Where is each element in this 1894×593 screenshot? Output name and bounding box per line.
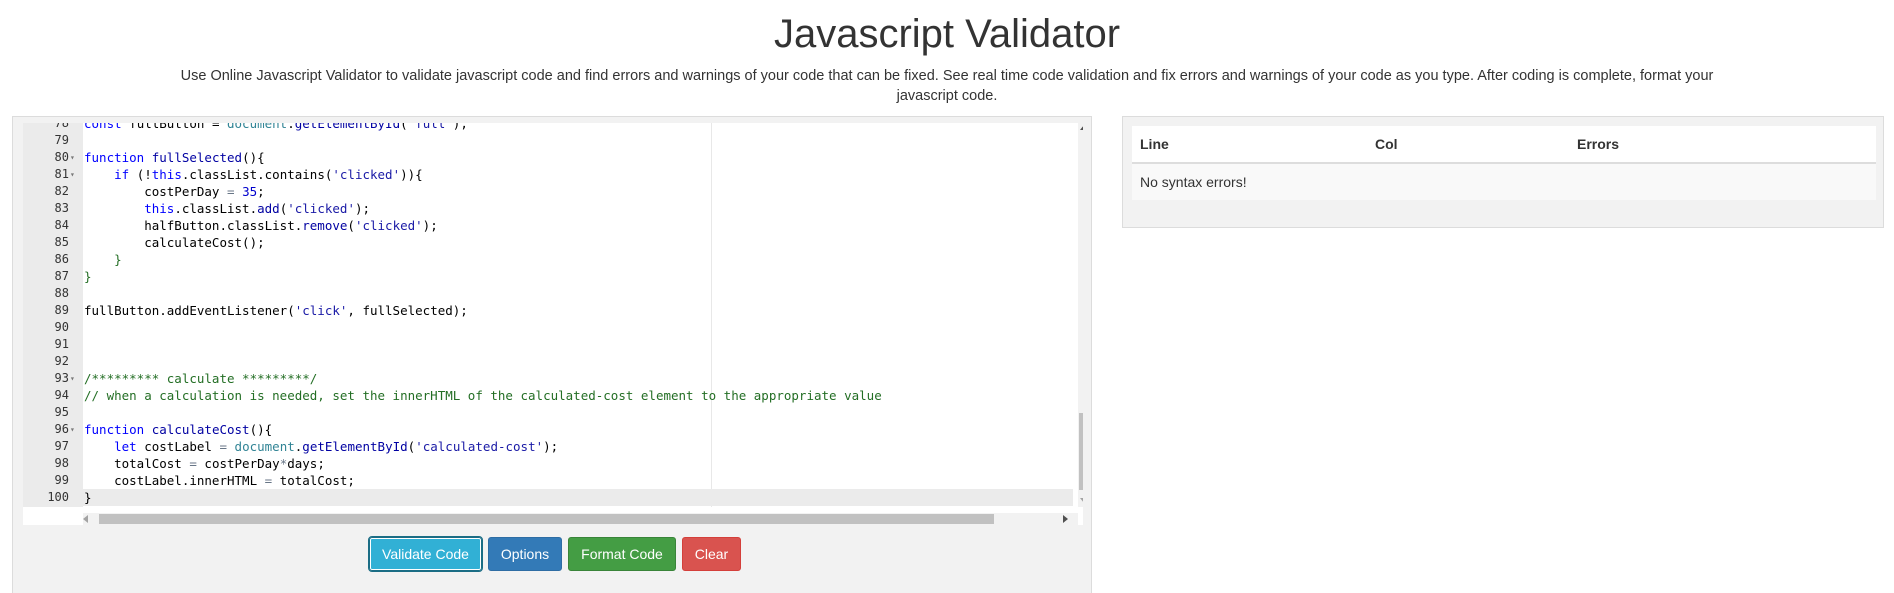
code-text: } — [84, 490, 92, 505]
line-number: 100 — [47, 490, 69, 504]
code-line[interactable]: 81 ▾ if (!this.classList.contains('clicke… — [23, 166, 1073, 183]
line-number: 87 — [54, 269, 69, 283]
line-number: 84 — [54, 218, 69, 232]
line-number: 85 — [54, 235, 69, 249]
column-header-errors: Errors — [1569, 126, 1876, 164]
code-text: let costLabel = document.getElementById(… — [114, 439, 559, 454]
results-panel: Line Col Errors No syntax errors! — [1122, 116, 1884, 228]
vertical-scroll-thumb[interactable] — [1079, 413, 1083, 490]
page-title: Javascript Validator — [773, 12, 1121, 56]
line-number: 83 — [54, 201, 69, 215]
line-number: 98 — [54, 456, 69, 470]
code-text: // when a calculation is needed, set the… — [84, 388, 882, 403]
scroll-left-icon[interactable] — [83, 515, 88, 523]
fold-arrow-icon[interactable]: ▾ — [70, 370, 80, 387]
code-text: costLabel.innerHTML = totalCost; — [84, 473, 355, 488]
fold-arrow-icon[interactable]: ▾ — [70, 149, 80, 166]
column-header-col: Col — [1367, 126, 1569, 164]
code-line[interactable]: 94 // when a calculation is needed, set t… — [23, 387, 1073, 404]
code-text: /********* calculate *********/ — [84, 371, 318, 386]
code-text: function calculateCost(){ — [84, 422, 273, 437]
line-number: 91 — [54, 337, 69, 351]
results-header-row: Line Col Errors — [1132, 126, 1876, 164]
code-editor[interactable]: 78 const fullButton = document.getElement… — [23, 123, 1083, 525]
code-text: halfButton.classList.remove('clicked'); — [84, 218, 438, 233]
line-number: 88 — [54, 286, 69, 300]
fold-arrow-icon[interactable]: ▾ — [70, 421, 80, 438]
code-line[interactable]: 89 fullButton.addEventListener('click', f… — [23, 302, 1073, 319]
horizontal-scroll-thumb[interactable] — [99, 514, 994, 524]
editor-panel: 78 const fullButton = document.getElement… — [12, 116, 1092, 593]
scroll-down-icon[interactable] — [1080, 498, 1083, 503]
code-line[interactable]: 88 — [23, 285, 1073, 302]
code-line[interactable]: 99 costLabel.innerHTML = totalCost; — [23, 472, 1073, 489]
table-row: No syntax errors! — [1132, 163, 1876, 200]
line-number: 92 — [54, 354, 69, 368]
code-text: } — [84, 269, 92, 284]
code-text: fullButton.addEventListener('click', ful… — [84, 303, 468, 318]
code-line[interactable]: 84 halfButton.classList.remove('clicked'… — [23, 217, 1073, 234]
line-number: 86 — [54, 252, 69, 266]
code-line[interactable]: 86 } — [23, 251, 1073, 268]
line-number: 95 — [54, 405, 69, 419]
code-text: this.classList.add('clicked'); — [144, 201, 371, 216]
code-line[interactable]: 92 — [23, 353, 1073, 370]
column-header-line: Line — [1132, 126, 1367, 164]
line-number: 82 — [54, 184, 69, 198]
no-errors-message: No syntax errors! — [1132, 163, 1876, 200]
line-number: 96 — [54, 422, 69, 436]
code-line[interactable]: 80 ▾ function fullSelected(){ — [23, 149, 1073, 166]
code-line[interactable]: 83 this.classList.add('clicked'); — [23, 200, 1073, 217]
line-number: 90 — [54, 320, 69, 334]
code-text: } — [114, 252, 122, 267]
results-table: Line Col Errors No syntax errors! — [1132, 126, 1876, 200]
line-number: 97 — [54, 439, 69, 453]
code-line[interactable]: 95 — [23, 404, 1073, 421]
code-line[interactable]: 78 const fullButton = document.getElement… — [23, 123, 1073, 132]
line-number: 79 — [54, 133, 69, 147]
line-number: 80 — [54, 150, 69, 164]
horizontal-scrollbar[interactable] — [83, 513, 1078, 525]
page-description: Use Online Javascript Validator to valid… — [180, 68, 1714, 104]
code-lines[interactable]: 78 const fullButton = document.getElement… — [23, 123, 1073, 507]
code-text: calculateCost(); — [84, 235, 265, 250]
validate-code-button[interactable]: Validate Code — [368, 536, 483, 572]
code-line[interactable]: 87} — [23, 268, 1073, 285]
code-line[interactable]: 96 ▾ function calculateCost(){ — [23, 421, 1073, 438]
line-number: 89 — [54, 303, 69, 317]
code-line[interactable]: 91 — [23, 336, 1073, 353]
fold-arrow-icon[interactable]: ▾ — [70, 166, 80, 183]
code-line[interactable]: 93 ▾ /********* calculate *********/ — [23, 370, 1073, 387]
button-row: Validate Code Options Format Code Clear — [368, 536, 741, 572]
code-text: function fullSelected(){ — [84, 150, 265, 165]
vertical-scrollbar[interactable] — [1078, 123, 1083, 507]
clear-button[interactable]: Clear — [682, 537, 741, 571]
code-line[interactable]: 90 — [23, 319, 1073, 336]
line-number: 94 — [54, 388, 69, 402]
line-number: 78 — [54, 123, 69, 130]
code-text: const fullButton = document.getElementBy… — [84, 123, 468, 131]
code-line[interactable]: 97 let costLabel = document.getElementBy… — [23, 438, 1073, 455]
code-text: if (!this.classList.contains('clicked'))… — [114, 167, 423, 182]
code-text: totalCost = costPerDay*days; — [84, 456, 325, 471]
code-line[interactable]: 100} — [23, 489, 1073, 506]
scroll-right-icon[interactable] — [1063, 515, 1068, 523]
code-line[interactable]: 98 totalCost = costPerDay*days; — [23, 455, 1073, 472]
code-text: costPerDay = 35; — [84, 184, 265, 199]
line-number: 81 — [54, 167, 69, 181]
line-number: 93 — [54, 371, 69, 385]
line-number: 99 — [54, 473, 69, 487]
options-button[interactable]: Options — [488, 537, 562, 571]
format-code-button[interactable]: Format Code — [568, 537, 676, 571]
code-line[interactable]: 85 calculateCost(); — [23, 234, 1073, 251]
code-line[interactable]: 79 — [23, 132, 1073, 149]
code-line[interactable]: 82 costPerDay = 35; — [23, 183, 1073, 200]
scroll-up-icon[interactable] — [1080, 125, 1083, 130]
